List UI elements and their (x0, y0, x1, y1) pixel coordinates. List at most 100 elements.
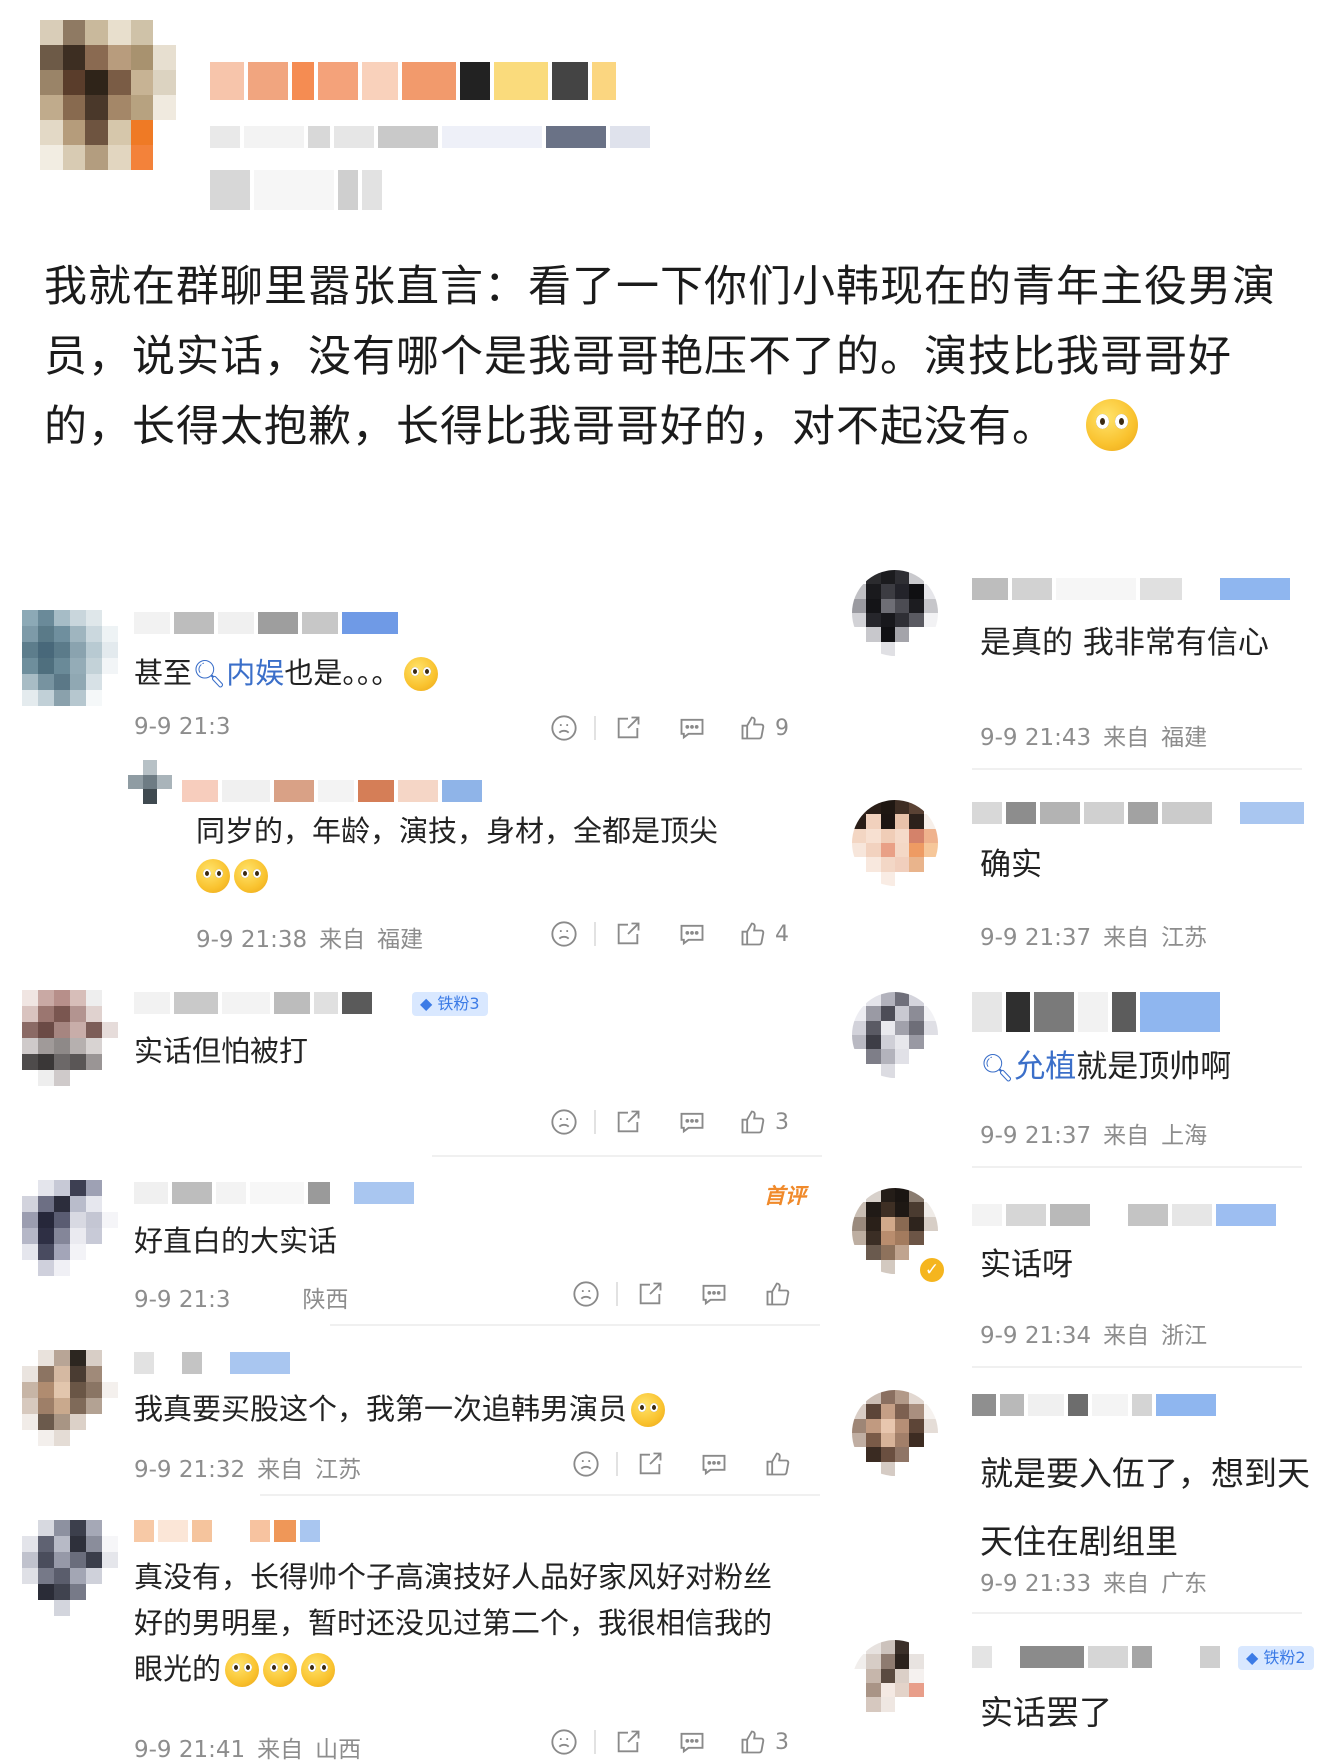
author-name[interactable] (210, 62, 616, 100)
thumbs-up-icon (741, 1110, 765, 1134)
dislike-face-icon (573, 1281, 599, 1307)
commenter-avatar[interactable] (852, 1390, 938, 1476)
divider (432, 1155, 822, 1157)
dislike-button[interactable] (554, 1444, 618, 1484)
share-icon (617, 716, 640, 739)
search-icon: 🔍︎ (192, 659, 227, 690)
commenter-name[interactable] (134, 992, 372, 1014)
comment-text: 🔍︎允植就是顶帅啊 (980, 1049, 1232, 1085)
dislike-face-icon (551, 1729, 577, 1755)
comment-text: 我真要买股这个，我第一次追韩男演员 (134, 1386, 666, 1432)
commenter-name[interactable] (134, 612, 398, 634)
reply-button[interactable] (660, 708, 724, 748)
share-button[interactable] (618, 1444, 682, 1484)
comment-icon (680, 1112, 704, 1134)
commenter-name[interactable] (972, 1646, 1220, 1668)
like-count: 3 (775, 1729, 789, 1755)
reply-avatar[interactable] (128, 760, 172, 804)
comment-meta: 9-9 21:41 来自 山西 (134, 1737, 362, 1760)
share-button[interactable] (618, 1274, 682, 1314)
reply-button[interactable] (660, 914, 724, 954)
commenter-name[interactable] (134, 1352, 290, 1374)
commenter-avatar[interactable] (22, 1350, 118, 1446)
comment-meta: 9-9 21:3 陕西 (134, 1287, 349, 1313)
share-button[interactable] (596, 914, 660, 954)
thumbs-up-icon (741, 716, 765, 740)
first-comment-tag: 首评 (764, 1184, 806, 1208)
verified-badge-icon: ✓ (918, 1256, 946, 1284)
like-button[interactable]: 4 (724, 914, 804, 954)
comment-icon (680, 1732, 704, 1754)
like-button[interactable]: 3 (724, 1722, 804, 1760)
dislike-button[interactable] (532, 708, 596, 748)
thumbs-up-icon (741, 1730, 765, 1754)
commenter-name[interactable] (972, 1204, 1276, 1226)
shrug-emoji-icon (404, 657, 439, 691)
dislike-button[interactable] (532, 914, 596, 954)
reply-button[interactable] (660, 1722, 724, 1760)
commenter-name[interactable] (972, 1394, 1216, 1416)
like-count: 4 (775, 921, 789, 947)
comment-icon (702, 1454, 726, 1476)
dislike-face-icon (551, 1109, 577, 1135)
comment-actions: 9 (532, 708, 804, 748)
comment-icon (702, 1284, 726, 1306)
commenter-name[interactable] (134, 1182, 414, 1204)
like-button[interactable]: 9 (724, 708, 804, 748)
reply-button[interactable] (682, 1444, 746, 1484)
commenter-name[interactable] (972, 992, 1220, 1032)
praying-emoji-icon (1086, 399, 1138, 451)
topic-link[interactable]: 内娱 (226, 656, 284, 690)
share-button[interactable] (596, 1722, 660, 1760)
wink-emoji-icon (263, 1653, 298, 1687)
commenter-name[interactable] (972, 802, 1304, 824)
commenter-avatar[interactable] (852, 570, 938, 656)
dislike-button[interactable] (532, 1722, 596, 1760)
reply-emojis (196, 852, 268, 898)
share-button[interactable] (596, 708, 660, 748)
like-button[interactable] (746, 1274, 810, 1314)
comment-meta: 9-9 21:33 来自 广东 (980, 1571, 1208, 1597)
commenter-avatar[interactable] (22, 610, 118, 706)
like-button[interactable] (746, 1444, 810, 1484)
praying-emoji-icon (196, 859, 230, 893)
topic-link[interactable]: 允植 (1014, 1049, 1076, 1085)
share-icon (617, 1730, 640, 1753)
commenter-avatar[interactable] (852, 992, 938, 1078)
like-count: 3 (775, 1109, 789, 1135)
dislike-button[interactable] (532, 1102, 596, 1142)
comment-text: 是真的 我非常有信心 (980, 625, 1269, 661)
commenter-avatar[interactable] (22, 990, 118, 1086)
author-meta (210, 126, 650, 148)
divider (972, 1612, 1302, 1614)
comment-meta: 9-9 21:37 来自 上海 (980, 1123, 1208, 1149)
share-icon (639, 1282, 662, 1305)
commenter-avatar[interactable] (852, 1640, 938, 1726)
commenter-avatar[interactable] (852, 800, 938, 886)
like-button[interactable]: 3 (724, 1102, 804, 1142)
praying-emoji-icon (234, 859, 268, 893)
comment-actions: 3 (532, 1102, 804, 1142)
commenter-avatar[interactable] (22, 1180, 118, 1276)
reply-name[interactable] (182, 780, 482, 802)
comment-actions (554, 1444, 810, 1484)
dislike-button[interactable] (554, 1274, 618, 1314)
author-avatar[interactable] (40, 20, 176, 170)
reply-button[interactable] (660, 1102, 724, 1142)
comment-meta: 9-9 21:43 来自 福建 (980, 725, 1208, 751)
fan-badge: ◆ 铁粉2 (1238, 1646, 1314, 1670)
commenter-avatar[interactable] (22, 1520, 118, 1616)
wink-emoji-icon (301, 1653, 336, 1687)
reply-meta: 9-9 21:38 来自 福建 (196, 927, 424, 953)
reply-button[interactable] (682, 1274, 746, 1314)
share-button[interactable] (596, 1102, 660, 1142)
thumbs-up-icon (741, 922, 765, 946)
blushing-emoji-icon (631, 1393, 666, 1427)
commenter-name[interactable] (972, 578, 1290, 600)
comment-icon (680, 718, 704, 740)
comment-meta: 9-9 21:3 (134, 714, 231, 740)
comment-text: 实话呀 (980, 1247, 1073, 1283)
comment-icon (680, 924, 704, 946)
commenter-name[interactable] (134, 1520, 320, 1542)
comment-actions: 3 (532, 1722, 804, 1760)
